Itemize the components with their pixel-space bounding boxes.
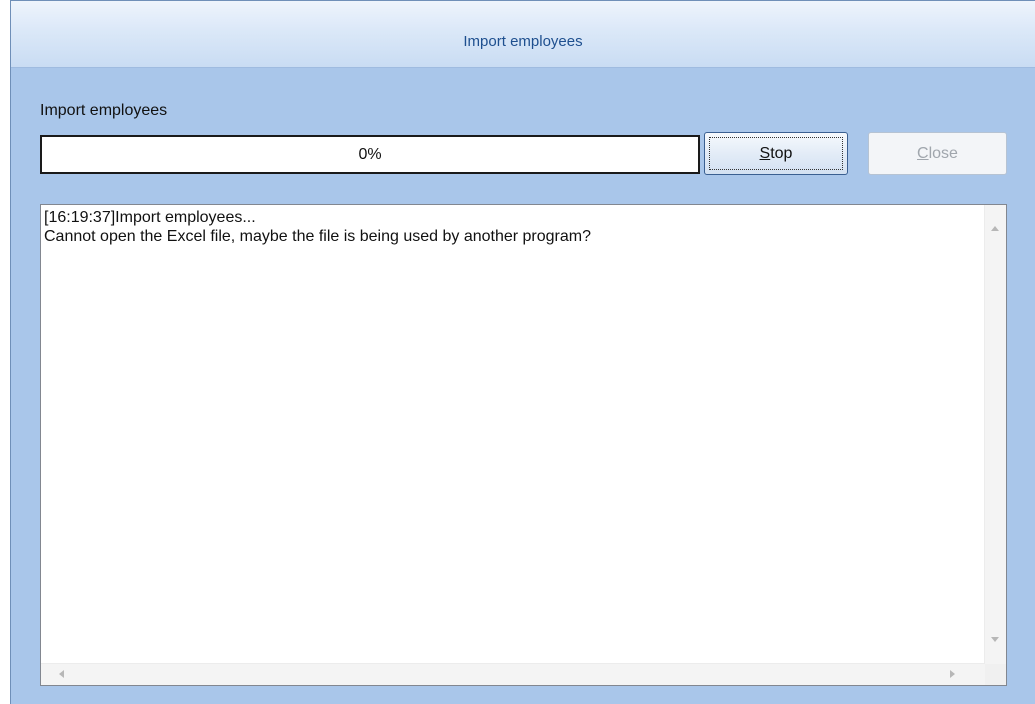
close-mnemonic: C <box>917 144 929 162</box>
horizontal-scrollbar[interactable] <box>41 663 985 685</box>
stop-mnemonic: S <box>759 144 771 162</box>
stop-button[interactable]: Stop <box>704 132 848 175</box>
vertical-scrollbar[interactable] <box>984 205 1006 664</box>
close-label-rest: lose <box>928 144 958 162</box>
progress-text: 0% <box>358 145 382 163</box>
title-bar[interactable]: Import employees <box>11 1 1035 68</box>
progress-bar: 0% <box>40 135 700 174</box>
chevron-left-icon[interactable] <box>59 670 64 678</box>
chevron-up-icon[interactable] <box>991 226 999 231</box>
scroll-corner <box>985 664 1006 685</box>
stop-label-rest: top <box>770 144 793 162</box>
chevron-down-icon[interactable] <box>991 637 999 642</box>
window-title: Import employees <box>463 33 583 50</box>
log-textarea[interactable]: [16:19:37]Import employees... Cannot open… <box>40 204 1007 686</box>
section-label: Import employees <box>40 102 168 119</box>
chevron-right-icon[interactable] <box>950 670 955 678</box>
import-dialog: Import employees Import employees 0% Sto… <box>10 0 1035 704</box>
close-button[interactable]: Close <box>868 132 1007 175</box>
log-line: [16:19:37]Import employees... <box>44 209 256 226</box>
log-line: Cannot open the Excel file, maybe the fi… <box>44 228 591 245</box>
log-content: [16:19:37]Import employees... Cannot open… <box>44 208 982 661</box>
close-button-label: Close <box>917 145 958 163</box>
stop-button-label: Stop <box>760 145 793 163</box>
